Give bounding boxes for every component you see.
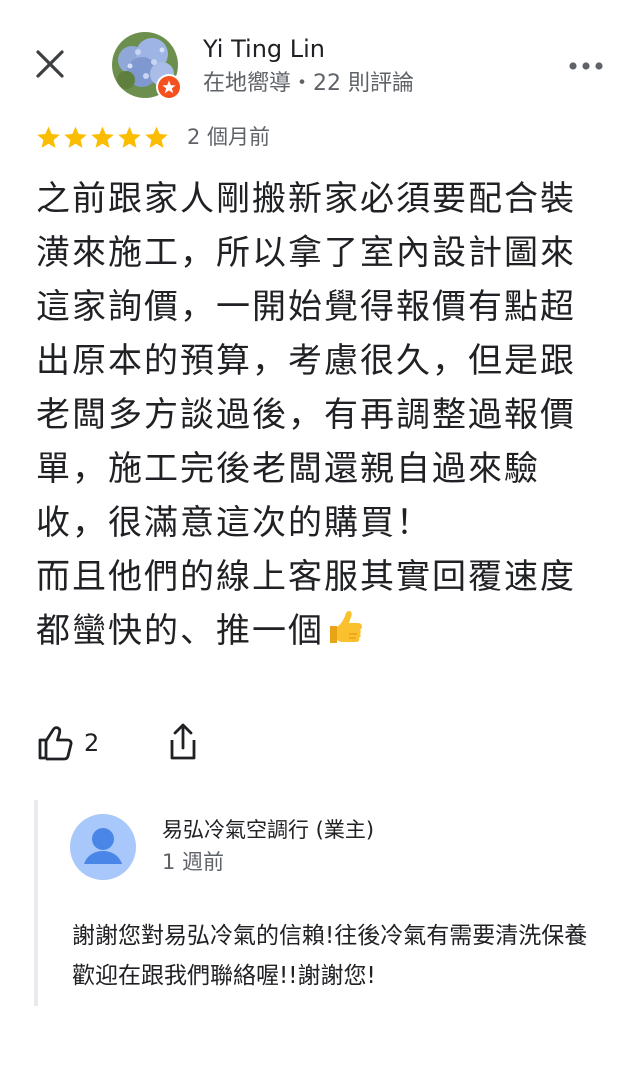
local-guide-star-icon <box>158 76 180 98</box>
star-icon <box>64 126 87 148</box>
thumbs-up-icon[interactable] <box>36 724 74 762</box>
rating-row: 2 個月前 <box>36 120 270 154</box>
star-icon <box>145 126 168 148</box>
owner-reply-time: 1 週前 <box>162 850 225 874</box>
review-detail-page: Yi Ting Lin 在地嚮導・22 則評論 2 個月前 之前跟家人剛搬新家必… <box>0 0 626 1082</box>
like-button[interactable]: 2 <box>36 722 136 764</box>
review-time: 2 個月前 <box>187 125 271 149</box>
like-count: 2 <box>84 729 100 757</box>
owner-avatar <box>70 814 136 880</box>
share-icon[interactable] <box>166 722 200 762</box>
close-button[interactable] <box>30 44 70 84</box>
owner-reply: 易弘冷氣空調行 (業主) 1 週前 謝謝您對易弘冷氣的信賴!往後冷氣有需要清洗保… <box>34 800 608 1006</box>
more-options-button[interactable] <box>568 54 604 78</box>
star-icon <box>37 126 60 148</box>
owner-name: 易弘冷氣空調行 (業主) <box>162 818 375 842</box>
review-text: 之前跟家人剛搬新家必須要配合裝潢來施工，所以拿了室內設計圖來這家詢價，一開始覺得… <box>36 172 596 658</box>
review-header: Yi Ting Lin 在地嚮導・22 則評論 <box>0 0 626 110</box>
reviewer-avatar-container[interactable] <box>112 32 182 100</box>
reviewer-name[interactable]: Yi Ting Lin <box>203 34 325 64</box>
local-guide-badge <box>156 74 182 100</box>
star-icon <box>91 126 114 148</box>
star-rating <box>36 125 171 150</box>
close-icon[interactable] <box>30 44 70 84</box>
thumbs-up-emoji <box>330 611 362 643</box>
share-button[interactable] <box>166 722 206 764</box>
star-icon <box>118 126 141 148</box>
more-horizontal-icon[interactable] <box>568 54 604 78</box>
review-actions: 2 <box>36 720 596 766</box>
person-icon <box>84 828 122 864</box>
review-body: 之前跟家人剛搬新家必須要配合裝潢來施工，所以拿了室內設計圖來這家詢價，一開始覺得… <box>36 179 576 651</box>
reviewer-meta: 在地嚮導・22 則評論 <box>203 71 414 96</box>
owner-reply-text: 謝謝您對易弘冷氣的信賴!往後冷氣有需要清洗保養歡迎在跟我們聯絡喔!!謝謝您! <box>72 923 588 989</box>
